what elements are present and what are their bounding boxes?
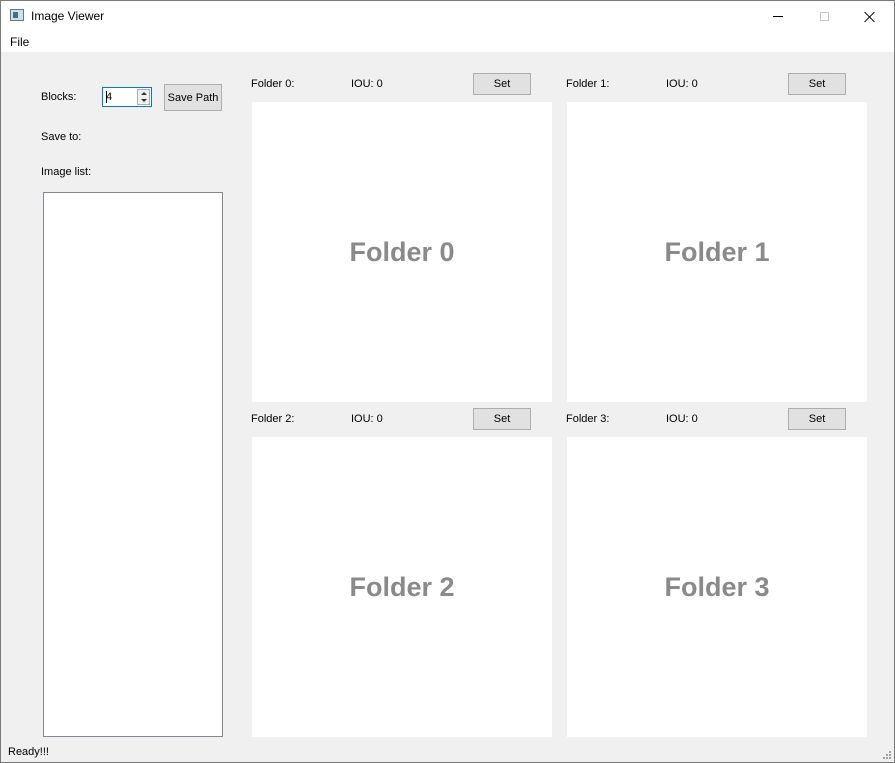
- folder-1-label: Folder 1:: [566, 78, 610, 90]
- folder-0-set-button[interactable]: Set: [473, 73, 531, 95]
- folder-0-panel-text: Folder 0: [349, 236, 455, 267]
- window-title: Image Viewer: [31, 9, 105, 23]
- folder-2-label: Folder 2:: [251, 413, 295, 425]
- folder-1-set-button[interactable]: Set: [788, 73, 846, 95]
- folder-0-panel[interactable]: Folder 0: [252, 102, 552, 402]
- minimize-button[interactable]: [755, 1, 801, 32]
- folder-2-set-button[interactable]: Set: [473, 408, 531, 430]
- spin-arrows[interactable]: [137, 89, 150, 105]
- folder-1-panel-text: Folder 1: [664, 236, 770, 267]
- status-text: Ready!!!: [8, 746, 49, 758]
- arrow-up-icon[interactable]: [141, 92, 147, 95]
- folder-1-panel[interactable]: Folder 1: [567, 102, 867, 402]
- folder-3-set-button[interactable]: Set: [788, 408, 846, 430]
- close-button[interactable]: [847, 1, 893, 32]
- minimize-icon: [773, 16, 783, 17]
- folder-2-panel-text: Folder 2: [349, 571, 455, 602]
- folder-0-iou: IOU: 0: [351, 78, 383, 90]
- folder-3-panel-text: Folder 3: [664, 571, 770, 602]
- folder-1-iou: IOU: 0: [666, 78, 698, 90]
- blocks-value[interactable]: 4: [106, 91, 112, 103]
- image-list[interactable]: [43, 192, 223, 737]
- menu-file[interactable]: File: [10, 35, 29, 49]
- image-list-label: Image list:: [41, 166, 92, 178]
- folder-3-iou: IOU: 0: [666, 413, 698, 425]
- folder-0-label: Folder 0:: [251, 78, 295, 90]
- title-bar: Image Viewer: [1, 1, 894, 32]
- blocks-spinbox[interactable]: 4: [102, 87, 152, 107]
- close-icon: [864, 11, 876, 23]
- folder-3-panel[interactable]: Folder 3: [567, 437, 867, 737]
- blocks-label: Blocks:: [41, 91, 77, 103]
- app-window: Image Viewer File Blocks: 4 Save Path Sa…: [0, 0, 895, 763]
- save-to-label: Save to:: [41, 131, 82, 143]
- maximize-icon: [819, 12, 829, 21]
- resize-grip-icon[interactable]: [883, 751, 891, 759]
- maximize-button[interactable]: [801, 1, 847, 32]
- folder-2-iou: IOU: 0: [351, 413, 383, 425]
- save-path-button[interactable]: Save Path: [164, 84, 222, 111]
- arrow-down-icon[interactable]: [141, 99, 147, 102]
- menu-bar: File: [1, 32, 894, 52]
- app-icon: [10, 9, 24, 21]
- folder-2-panel[interactable]: Folder 2: [252, 437, 552, 737]
- folder-3-label: Folder 3:: [566, 413, 610, 425]
